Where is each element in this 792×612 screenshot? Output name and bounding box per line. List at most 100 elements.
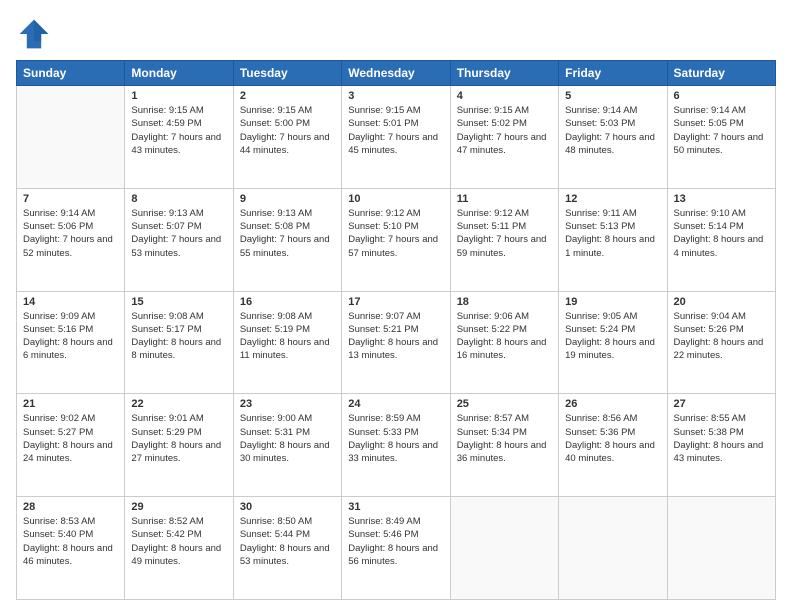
day-info: Sunrise: 9:02 AMSunset: 5:27 PMDaylight:…	[23, 412, 118, 465]
day-number: 4	[457, 90, 552, 102]
calendar-cell: 20 Sunrise: 9:04 AMSunset: 5:26 PMDayligh…	[667, 291, 775, 394]
calendar-cell: 13 Sunrise: 9:10 AMSunset: 5:14 PMDayligh…	[667, 188, 775, 291]
day-info: Sunrise: 9:13 AMSunset: 5:08 PMDaylight:…	[240, 207, 335, 260]
weekday-header-friday: Friday	[559, 61, 667, 86]
calendar-cell: 27Sunrise: 8:55 AMSunset: 5:38 PMDayligh…	[667, 394, 775, 497]
day-number: 22	[131, 398, 226, 410]
day-info: Sunrise: 8:53 AMSunset: 5:40 PMDaylight:…	[23, 515, 118, 568]
day-number: 15	[131, 296, 226, 308]
weekday-header-tuesday: Tuesday	[233, 61, 341, 86]
day-number: 28	[23, 501, 118, 513]
calendar-cell: 29 Sunrise: 8:52 AMSunset: 5:42 PMDayligh…	[125, 497, 233, 600]
calendar-cell: 26 Sunrise: 8:56 AMSunset: 5:36 PMDayligh…	[559, 394, 667, 497]
day-number: 30	[240, 501, 335, 513]
day-number: 25	[457, 398, 552, 410]
calendar-cell: 18 Sunrise: 9:06 AMSunset: 5:22 PMDayligh…	[450, 291, 558, 394]
day-number: 24	[348, 398, 443, 410]
day-info: Sunrise: 9:14 AMSunset: 5:05 PMDaylight:…	[674, 104, 769, 157]
weekday-header-saturday: Saturday	[667, 61, 775, 86]
weekday-header-wednesday: Wednesday	[342, 61, 450, 86]
day-info: Sunrise: 9:15 AMSunset: 5:02 PMDaylight:…	[457, 104, 552, 157]
day-info: Sunrise: 9:04 AMSunset: 5:26 PMDaylight:…	[674, 310, 769, 363]
calendar-cell: 6 Sunrise: 9:14 AMSunset: 5:05 PMDaylight…	[667, 86, 775, 189]
calendar-cell: 2 Sunrise: 9:15 AMSunset: 5:00 PMDaylight…	[233, 86, 341, 189]
calendar-cell: 21Sunrise: 9:02 AMSunset: 5:27 PMDayligh…	[17, 394, 125, 497]
calendar-cell	[559, 497, 667, 600]
logo	[16, 16, 58, 52]
calendar-cell	[667, 497, 775, 600]
week-row-5: 28 Sunrise: 8:53 AMSunset: 5:40 PMDayligh…	[17, 497, 776, 600]
weekday-header-sunday: Sunday	[17, 61, 125, 86]
calendar-cell: 30 Sunrise: 8:50 AMSunset: 5:44 PMDayligh…	[233, 497, 341, 600]
day-number: 1	[131, 90, 226, 102]
day-number: 14	[23, 296, 118, 308]
day-number: 18	[457, 296, 552, 308]
day-info: Sunrise: 8:57 AMSunset: 5:34 PMDaylight:…	[457, 412, 552, 465]
day-number: 12	[565, 193, 660, 205]
day-info: Sunrise: 8:49 AMSunset: 5:46 PMDaylight:…	[348, 515, 443, 568]
calendar-cell: 11 Sunrise: 9:12 AMSunset: 5:11 PMDayligh…	[450, 188, 558, 291]
day-info: Sunrise: 9:11 AMSunset: 5:13 PMDaylight:…	[565, 207, 660, 260]
day-number: 6	[674, 90, 769, 102]
day-info: Sunrise: 8:52 AMSunset: 5:42 PMDaylight:…	[131, 515, 226, 568]
day-info: Sunrise: 9:10 AMSunset: 5:14 PMDaylight:…	[674, 207, 769, 260]
day-info: Sunrise: 9:12 AMSunset: 5:11 PMDaylight:…	[457, 207, 552, 260]
calendar-cell: 3Sunrise: 9:15 AMSunset: 5:01 PMDaylight…	[342, 86, 450, 189]
day-info: Sunrise: 9:14 AMSunset: 5:03 PMDaylight:…	[565, 104, 660, 157]
day-number: 27	[674, 398, 769, 410]
day-number: 17	[348, 296, 443, 308]
day-number: 7	[23, 193, 118, 205]
calendar-cell: 25 Sunrise: 8:57 AMSunset: 5:34 PMDayligh…	[450, 394, 558, 497]
day-number: 11	[457, 193, 552, 205]
day-number: 20	[674, 296, 769, 308]
day-number: 5	[565, 90, 660, 102]
day-info: Sunrise: 9:08 AMSunset: 5:19 PMDaylight:…	[240, 310, 335, 363]
calendar-cell: 15Sunrise: 9:08 AMSunset: 5:17 PMDayligh…	[125, 291, 233, 394]
calendar-cell: 28 Sunrise: 8:53 AMSunset: 5:40 PMDayligh…	[17, 497, 125, 600]
day-info: Sunrise: 9:13 AMSunset: 5:07 PMDaylight:…	[131, 207, 226, 260]
day-info: Sunrise: 8:50 AMSunset: 5:44 PMDaylight:…	[240, 515, 335, 568]
week-row-4: 21Sunrise: 9:02 AMSunset: 5:27 PMDayligh…	[17, 394, 776, 497]
logo-icon	[16, 16, 52, 52]
day-info: Sunrise: 8:59 AMSunset: 5:33 PMDaylight:…	[348, 412, 443, 465]
calendar-cell: 17 Sunrise: 9:07 AMSunset: 5:21 PMDayligh…	[342, 291, 450, 394]
calendar-cell: 19 Sunrise: 9:05 AMSunset: 5:24 PMDayligh…	[559, 291, 667, 394]
day-info: Sunrise: 9:06 AMSunset: 5:22 PMDaylight:…	[457, 310, 552, 363]
calendar-cell	[17, 86, 125, 189]
calendar-cell: 24 Sunrise: 8:59 AMSunset: 5:33 PMDayligh…	[342, 394, 450, 497]
calendar-page: SundayMondayTuesdayWednesdayThursdayFrid…	[0, 0, 792, 612]
day-number: 13	[674, 193, 769, 205]
day-number: 26	[565, 398, 660, 410]
day-number: 29	[131, 501, 226, 513]
day-number: 31	[348, 501, 443, 513]
day-info: Sunrise: 9:05 AMSunset: 5:24 PMDaylight:…	[565, 310, 660, 363]
week-row-3: 14 Sunrise: 9:09 AMSunset: 5:16 PMDayligh…	[17, 291, 776, 394]
calendar-cell: 23Sunrise: 9:00 AMSunset: 5:31 PMDayligh…	[233, 394, 341, 497]
day-number: 19	[565, 296, 660, 308]
day-info: Sunrise: 9:15 AMSunset: 5:00 PMDaylight:…	[240, 104, 335, 157]
day-number: 9	[240, 193, 335, 205]
day-info: Sunrise: 9:07 AMSunset: 5:21 PMDaylight:…	[348, 310, 443, 363]
day-number: 2	[240, 90, 335, 102]
calendar-cell: 22 Sunrise: 9:01 AMSunset: 5:29 PMDayligh…	[125, 394, 233, 497]
day-info: Sunrise: 9:01 AMSunset: 5:29 PMDaylight:…	[131, 412, 226, 465]
day-info: Sunrise: 9:12 AMSunset: 5:10 PMDaylight:…	[348, 207, 443, 260]
day-info: Sunrise: 9:15 AMSunset: 4:59 PMDaylight:…	[131, 104, 226, 157]
calendar-table: SundayMondayTuesdayWednesdayThursdayFrid…	[16, 60, 776, 600]
week-row-2: 7Sunrise: 9:14 AMSunset: 5:06 PMDaylight…	[17, 188, 776, 291]
day-number: 3	[348, 90, 443, 102]
weekday-header-row: SundayMondayTuesdayWednesdayThursdayFrid…	[17, 61, 776, 86]
weekday-header-thursday: Thursday	[450, 61, 558, 86]
calendar-cell: 16 Sunrise: 9:08 AMSunset: 5:19 PMDayligh…	[233, 291, 341, 394]
calendar-cell	[450, 497, 558, 600]
day-number: 10	[348, 193, 443, 205]
week-row-1: 1 Sunrise: 9:15 AMSunset: 4:59 PMDaylight…	[17, 86, 776, 189]
calendar-cell: 4 Sunrise: 9:15 AMSunset: 5:02 PMDaylight…	[450, 86, 558, 189]
calendar-cell: 31 Sunrise: 8:49 AMSunset: 5:46 PMDayligh…	[342, 497, 450, 600]
calendar-cell: 1 Sunrise: 9:15 AMSunset: 4:59 PMDaylight…	[125, 86, 233, 189]
day-info: Sunrise: 9:09 AMSunset: 5:16 PMDaylight:…	[23, 310, 118, 363]
day-number: 16	[240, 296, 335, 308]
calendar-cell: 14 Sunrise: 9:09 AMSunset: 5:16 PMDayligh…	[17, 291, 125, 394]
day-info: Sunrise: 8:56 AMSunset: 5:36 PMDaylight:…	[565, 412, 660, 465]
header	[16, 16, 776, 52]
